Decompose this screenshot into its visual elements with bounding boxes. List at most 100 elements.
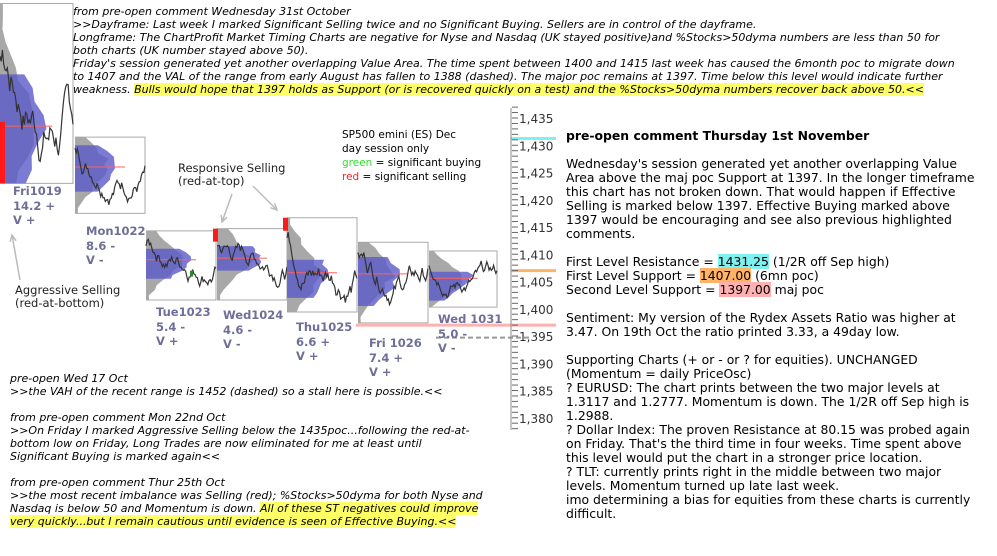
sentiment-line: Sentiment: My version of the Rydex Asset… [566, 310, 956, 325]
significant-selling-marker [283, 217, 288, 231]
commentary-title: pre-open comment Thursday 1st November [566, 128, 870, 143]
level-value: 1407.00 [699, 268, 752, 283]
session-name: Tue1023 [156, 305, 211, 319]
legend-green-text: = significant buying [372, 157, 482, 169]
comment-line: pre-open Wed 17 Oct [10, 372, 128, 385]
session-range: 14.2 + [13, 198, 56, 213]
significant-buying-marker [190, 270, 193, 277]
supporting-line: ? Dollar Index: The proven Resistance at… [566, 422, 970, 437]
legend-session: day session only [342, 143, 430, 155]
top-comment-line: Longframe: The ChartProfit Market Timing… [73, 31, 940, 44]
level-resistance: First Level Resistance = 1431.25 (1/2R o… [566, 254, 974, 269]
y-axis-tick-label: 1,385 [519, 385, 553, 399]
commentary-line: Selling is marked below 1397. Effective … [566, 198, 950, 213]
session-label-wed1024: Wed1024 4.6 -V - [223, 308, 283, 352]
session-name: Fri1019 [13, 184, 62, 198]
y-axis-tick-label: 1,380 [519, 412, 553, 426]
highlighted-comment: All of these ST negatives could improve [260, 502, 479, 515]
session-volume: V - [223, 337, 241, 351]
bottom-comments: pre-open Wed 17 Oct >>the VAH of the rec… [10, 372, 483, 528]
session-label-mon1022: Mon1022 8.6 -V - [86, 224, 146, 268]
session-name: Fri 1026 [369, 336, 422, 350]
y-axis-tick-label: 1,400 [519, 303, 553, 317]
commentary-line: Wednesday's session generated yet anothe… [566, 156, 957, 171]
y-axis-tick-label: 1,425 [519, 167, 553, 181]
session-label-wed1031: Wed 1031 5.0 -V - [438, 312, 502, 356]
right-commentary: pre-open comment Thursday 1st November W… [566, 129, 974, 521]
comment-line: Nasdaq is below 50 and Momentum is down. [10, 502, 261, 515]
sentiment-line: 3.47. On 19th Oct the ratio printed 3.33… [566, 324, 900, 339]
significant-selling-marker [0, 121, 5, 184]
legend-green: green [342, 157, 373, 169]
level-note: maj poc [770, 282, 824, 297]
supporting-line: 1.2988. [566, 408, 614, 423]
session-name: Mon1022 [86, 224, 146, 238]
supporting-line: Supporting Charts (+ or - or ? for equit… [566, 352, 918, 367]
y-axis-tick-label: 1,405 [519, 276, 553, 290]
y-axis-tick-label: 1,415 [519, 221, 553, 235]
commentary-line: Area above the maj poc Support at 1397. … [566, 170, 975, 185]
level-support-2: Second Level Support = 1397.00 maj poc [566, 282, 974, 297]
session-volume: V - [86, 253, 104, 267]
legend-red-text: = significant selling [359, 171, 467, 183]
responsive-selling-annotation: Responsive Selling (red-at-top) [178, 162, 285, 188]
annotation-line: (red-at-top) [178, 174, 245, 188]
top-comment-line: from pre-open comment Wednesday 31st Oct… [73, 5, 351, 18]
legend-red: red [342, 171, 360, 183]
level-value: 1397.00 [719, 282, 771, 297]
comment-line: >>the most recent imbalance was Selling … [10, 489, 483, 502]
session-range: 7.4 + [369, 350, 404, 365]
highlighted-comment: very quickly...but I remain cautious unt… [10, 515, 457, 528]
session-volume: V + [156, 334, 179, 348]
session-volume: V - [438, 341, 456, 355]
annotation-arrow [11, 234, 21, 281]
value-area [358, 256, 400, 307]
level-note: (1/2R off Sep high) [768, 254, 890, 269]
y-axis-tick-label: 1,395 [519, 330, 553, 344]
session-range: 4.6 - [223, 322, 253, 337]
session-name: Wed1024 [223, 308, 284, 322]
annotation-arrow [252, 185, 278, 211]
session-label-fri1019: Fri1019 14.2 + V + [13, 184, 62, 228]
y-axis-tick-label: 1,390 [519, 357, 553, 371]
top-comment-line: Friday's session generated yet another o… [73, 57, 955, 70]
supporting-line: difficult. [566, 506, 617, 521]
session-volume: V + [296, 349, 319, 363]
comment-line: bottom low on Friday, Long Trades are no… [10, 437, 422, 450]
top-comment-line: to 1407 and the VAL of the range from ea… [73, 70, 943, 83]
annotation-line: (red-at-bottom) [15, 296, 105, 310]
top-comment: from pre-open comment Wednesday 31st Oct… [73, 5, 955, 96]
y-axis-tick-label: 1,420 [519, 194, 553, 208]
value-area [146, 248, 192, 279]
y-axis-tick-label: 1,430 [519, 139, 553, 153]
supporting-line: levels. Momentum turned up late last wee… [566, 478, 840, 493]
highlighted-comment: Bulls would hope that 1397 holds as Supp… [134, 83, 924, 96]
comment-line: from pre-open comment Mon 22nd Oct [10, 411, 226, 424]
level-label: Second Level Support = [566, 282, 720, 297]
supporting-line: ? TLT: currently prints right in the mid… [566, 464, 942, 479]
comment-line: >>the VAH of the recent range is 1452 (d… [10, 385, 443, 398]
significant-selling-marker [213, 228, 218, 242]
level-note: (6mn poc) [751, 268, 819, 283]
y-axis-tick-label: 1,410 [519, 248, 553, 262]
session-name: Thu1025 [296, 320, 353, 334]
comment-line: from pre-open comment Thur 25th Oct [10, 476, 225, 489]
supporting-line: 1.3117 and 1.2777. Momentum is down. The… [566, 394, 970, 409]
value-area [0, 74, 47, 184]
y-axis-tick-label: 1,435 [519, 112, 553, 126]
chart-legend: SP500 emini (ES) Dec day session only gr… [342, 128, 481, 184]
level-value: 1431.25 [717, 254, 769, 269]
supporting-line: (Momentum = daily PriceOsc) [566, 366, 752, 381]
comment-line: >>On Friday I marked Aggressive Selling … [10, 424, 470, 437]
supporting-line: this level would put the chart in a stro… [566, 450, 923, 465]
top-comment-line: weakness. [73, 83, 135, 96]
supporting-line: ? EURUSD: The chart prints between the t… [566, 380, 940, 395]
session-name: Wed 1031 [438, 312, 503, 326]
aggressive-selling-annotation: Aggressive Selling (red-at-bottom) [15, 284, 120, 310]
level-label: First Level Support = [566, 268, 700, 283]
level-support-1: First Level Support = 1407.00 (6mn poc) [566, 268, 974, 283]
session-range: 6.6 + [296, 334, 331, 349]
top-comment-line: >>Dayframe: Last week I marked Significa… [73, 18, 757, 31]
session-range: 8.6 - [86, 238, 116, 253]
commentary-line: 1397 would be encouraging and see also p… [566, 212, 952, 227]
